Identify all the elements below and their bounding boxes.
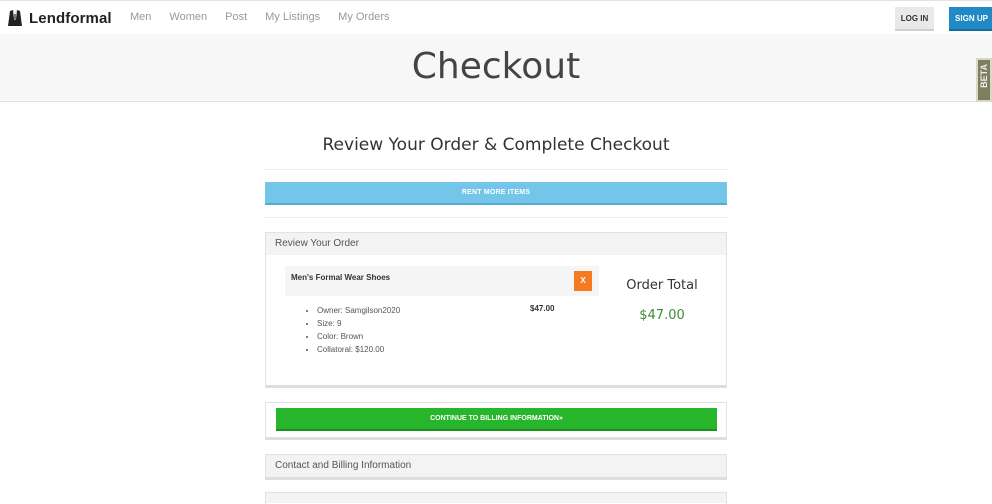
side-tab-label: BETA <box>979 64 989 88</box>
page-header: Checkout BETA <box>0 34 992 102</box>
order-total-value: $47.00 <box>639 308 685 323</box>
next-panel <box>265 492 727 504</box>
tuxedo-icon <box>8 10 22 26</box>
continue-to-billing-button[interactable]: CONTINUE TO BILLING INFORMATION» <box>276 408 717 431</box>
nav-link-women[interactable]: Women <box>169 11 207 23</box>
divider <box>265 217 727 218</box>
main-nav: Men Women Post My Listings My Orders <box>130 11 408 23</box>
brand-name: Lendformal <box>29 9 112 27</box>
nav-link-men[interactable]: Men <box>130 11 151 23</box>
checkout-subtitle: Review Your Order & Complete Checkout <box>322 135 670 155</box>
review-order-panel: Review Your Order Men's Formal Wear Shoe… <box>265 232 727 388</box>
rent-more-items-button[interactable]: RENT MORE ITEMS <box>265 182 727 205</box>
continue-panel: CONTINUE TO BILLING INFORMATION» <box>265 402 727 440</box>
billing-heading[interactable]: Contact and Billing Information <box>266 455 726 477</box>
signup-button[interactable]: SIGN UP <box>949 7 992 31</box>
item-title: Men's Formal Wear Shoes <box>291 273 391 282</box>
nav-link-my-listings[interactable]: My Listings <box>265 11 320 23</box>
order-item-header: Men's Formal Wear Shoes X <box>285 266 599 296</box>
nav-link-my-orders[interactable]: My Orders <box>338 11 389 23</box>
brand-logo[interactable]: Lendformal <box>8 9 112 27</box>
item-details-list: Owner: Samgilson2020 Size: 9 Color: Brow… <box>305 304 400 356</box>
item-size: Size: 9 <box>317 317 400 330</box>
item-price: $47.00 <box>530 304 555 313</box>
nav-link-post[interactable]: Post <box>225 11 247 23</box>
review-order-heading: Review Your Order <box>266 233 726 255</box>
order-total-label: Order Total <box>626 278 698 293</box>
top-navbar: Lendformal Men Women Post My Listings My… <box>0 0 992 35</box>
remove-item-button[interactable]: X <box>574 271 592 291</box>
billing-panel: Contact and Billing Information <box>265 454 727 480</box>
feedback-side-tab[interactable]: BETA <box>976 58 992 102</box>
item-owner: Owner: Samgilson2020 <box>317 304 400 317</box>
divider <box>265 169 727 170</box>
item-collateral: Collatoral: $120.00 <box>317 343 400 356</box>
page-title: Checkout <box>411 46 581 87</box>
item-color: Color: Brown <box>317 330 400 343</box>
login-button[interactable]: LOG IN <box>895 7 934 31</box>
next-panel-heading <box>266 493 726 503</box>
